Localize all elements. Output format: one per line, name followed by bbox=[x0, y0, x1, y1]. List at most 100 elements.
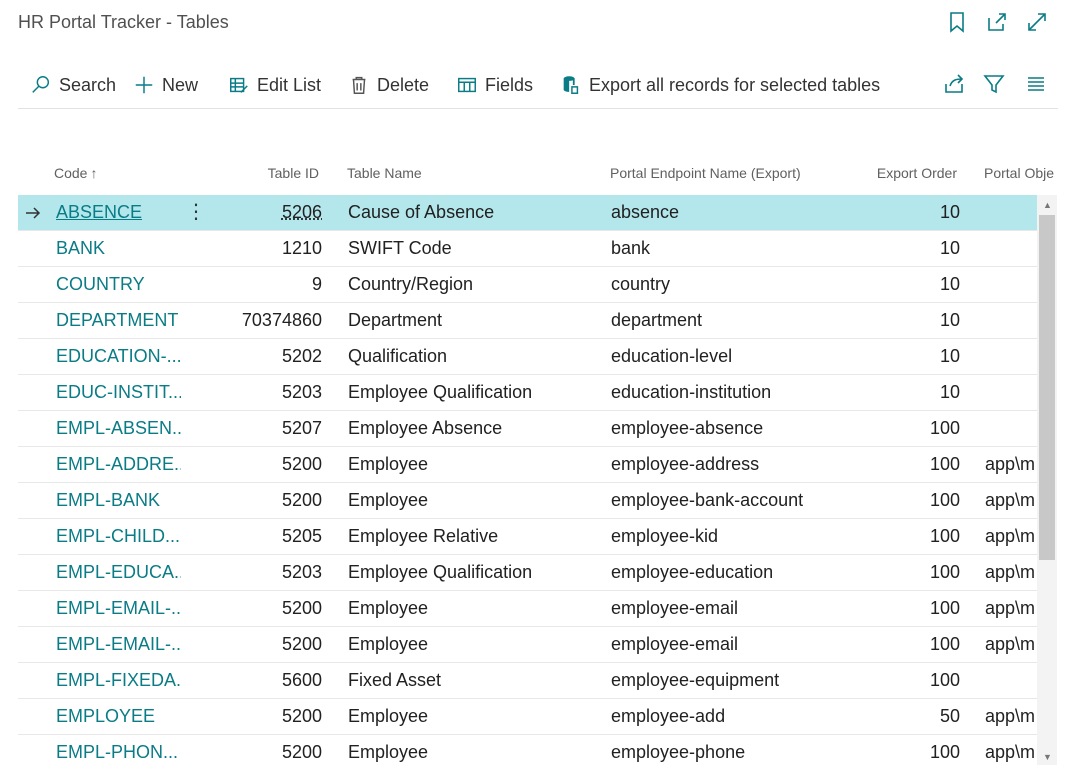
column-header-table-id[interactable]: Table ID bbox=[218, 165, 319, 181]
code-cell[interactable]: EDUC-INSTIT... bbox=[56, 382, 181, 403]
export-all-records-button[interactable]: Export all records for selected tables bbox=[560, 62, 880, 108]
column-header-table-name[interactable]: Table Name bbox=[347, 165, 422, 181]
vertical-scrollbar[interactable]: ▲ ▼ bbox=[1037, 195, 1057, 765]
table-id-cell: 5206 bbox=[281, 202, 322, 222]
endpoint-cell: country bbox=[611, 274, 671, 294]
scrollbar-thumb[interactable] bbox=[1039, 215, 1055, 560]
open-in-new-window-icon[interactable] bbox=[985, 10, 1009, 34]
column-header-portal-object[interactable]: Portal Obje bbox=[984, 165, 1054, 181]
column-header-endpoint[interactable]: Portal Endpoint Name (Export) bbox=[610, 165, 801, 181]
table-id-cell: 70374860 bbox=[241, 310, 322, 330]
search-label: Search bbox=[59, 74, 117, 95]
filter-icon[interactable] bbox=[982, 72, 1006, 96]
share-icon[interactable] bbox=[942, 72, 966, 96]
portal-object-cell: app\m bbox=[985, 526, 1036, 546]
table-row[interactable]: DEPARTMENT 70374860 Department department 10 bbox=[18, 303, 1037, 339]
table-id-cell: 5200 bbox=[281, 706, 322, 726]
endpoint-cell: employee-email bbox=[611, 598, 739, 618]
code-cell[interactable]: EMPL-ABSEN... bbox=[56, 418, 181, 439]
expand-icon[interactable] bbox=[1025, 10, 1049, 34]
scroll-down-icon[interactable]: ▼ bbox=[1043, 753, 1052, 762]
table-name-cell: Country/Region bbox=[348, 274, 474, 294]
portal-object-cell: app\m bbox=[985, 454, 1036, 474]
row-actions-icon[interactable]: ⋮ bbox=[186, 201, 206, 223]
table-row[interactable]: BANK 1210 SWIFT Code bank 10 bbox=[18, 231, 1037, 267]
table-name-cell: Employee Relative bbox=[348, 526, 499, 546]
delete-label: Delete bbox=[377, 74, 430, 95]
table-name-cell: Employee bbox=[348, 598, 429, 618]
grid-header: Code ↑ Table ID Table Name Portal Endpoin… bbox=[18, 150, 1058, 194]
code-cell[interactable]: EMPL-CHILD... bbox=[56, 526, 181, 547]
code-cell[interactable]: EMPL-BANK bbox=[56, 490, 181, 511]
action-toolbar: Search New Edit List Delete Fields Expor… bbox=[18, 62, 1058, 109]
table-id-cell: 5200 bbox=[281, 454, 322, 474]
table-row[interactable]: EMPL-BANK 5200 Employee employee-bank-accou… bbox=[18, 483, 1037, 519]
portal-object-cell: app\m bbox=[985, 562, 1036, 582]
edit-list-button[interactable]: Edit List bbox=[228, 62, 321, 108]
delete-button[interactable]: Delete bbox=[348, 62, 429, 108]
page-title: HR Portal Tracker - Tables bbox=[18, 12, 229, 32]
endpoint-cell: employee-address bbox=[611, 454, 760, 474]
table-row[interactable]: EMPL-FIXEDA... 5600 Fixed Asset employee-eq… bbox=[18, 663, 1037, 699]
search-icon bbox=[32, 76, 50, 93]
search-button[interactable]: Search bbox=[30, 62, 116, 108]
table-row[interactable]: EDUCATION-... 5202 Qualification education-… bbox=[18, 339, 1037, 375]
column-header-export-order[interactable]: Export Order bbox=[838, 165, 957, 181]
table-name-cell: Department bbox=[348, 310, 443, 330]
export-order-cell: 100 bbox=[929, 526, 960, 546]
table-row[interactable]: EMPL-EMAIL-... 5200 Employee employee-email… bbox=[18, 591, 1037, 627]
table-name-cell: Qualification bbox=[348, 346, 448, 366]
list-view-icon[interactable] bbox=[1024, 72, 1048, 96]
table-row[interactable]: EMPLOYEE 5200 Employee employee-add 50 app\m bbox=[18, 699, 1037, 735]
current-row-arrow-icon bbox=[24, 204, 42, 222]
sort-ascending-icon: ↑ bbox=[90, 165, 98, 181]
table-name-cell: Cause of Absence bbox=[348, 202, 495, 222]
export-order-cell: 100 bbox=[929, 562, 960, 582]
bookmark-icon[interactable] bbox=[945, 10, 969, 34]
table-id-cell: 5202 bbox=[281, 346, 322, 366]
endpoint-cell: education-level bbox=[611, 346, 733, 366]
code-cell[interactable]: EMPL-EDUCA... bbox=[56, 562, 181, 583]
code-cell[interactable]: ABSENCE bbox=[56, 202, 181, 223]
table-row[interactable]: EMPL-PHON... 5200 Employee employee-phone 10… bbox=[18, 735, 1037, 765]
column-header-code[interactable]: Code ↑ bbox=[54, 165, 97, 181]
table-row[interactable]: EMPL-ABSEN... 5207 Employee Absence employe… bbox=[18, 411, 1037, 447]
code-cell[interactable]: EDUCATION-... bbox=[56, 346, 181, 367]
table-name-cell: Employee bbox=[348, 490, 429, 510]
endpoint-cell: absence bbox=[611, 202, 680, 222]
table-row[interactable]: EMPL-CHILD... 5205 Employee Relative employ… bbox=[18, 519, 1037, 555]
export-order-cell: 100 bbox=[929, 418, 960, 438]
columns-icon bbox=[458, 77, 476, 93]
table-row-selected[interactable]: ⋮ ABSENCE 5206 Cause of Absence absence 10 bbox=[18, 195, 1037, 231]
table-row[interactable]: COUNTRY 9 Country/Region country 10 bbox=[18, 267, 1037, 303]
table-name-cell: Employee bbox=[348, 742, 429, 762]
table-row[interactable]: EMPL-ADDRE... 5200 Employee employee-addres… bbox=[18, 447, 1037, 483]
table-name-cell: SWIFT Code bbox=[348, 238, 452, 258]
code-cell[interactable]: DEPARTMENT bbox=[56, 310, 181, 331]
fields-button[interactable]: Fields bbox=[456, 62, 533, 108]
endpoint-cell: employee-bank-account bbox=[611, 490, 804, 510]
title-bar: HR Portal Tracker - Tables bbox=[0, 0, 1066, 58]
edit-list-icon bbox=[230, 77, 248, 93]
code-cell[interactable]: EMPL-EMAIL-... bbox=[56, 634, 181, 655]
table-id-cell: 5207 bbox=[281, 418, 322, 438]
scroll-up-icon[interactable]: ▲ bbox=[1043, 201, 1052, 210]
code-cell[interactable]: EMPL-EMAIL-... bbox=[56, 598, 181, 619]
table-row[interactable]: EMPL-EDUCA... 5203 Employee Qualification e… bbox=[18, 555, 1037, 591]
code-cell[interactable]: EMPL-ADDRE... bbox=[56, 454, 181, 475]
code-cell[interactable]: EMPLOYEE bbox=[56, 706, 181, 727]
table-row[interactable]: EMPL-EMAIL-... 5200 Employee employee-email… bbox=[18, 627, 1037, 663]
new-button[interactable]: New bbox=[133, 62, 198, 108]
code-cell[interactable]: BANK bbox=[56, 238, 181, 259]
table-row[interactable]: EDUC-INSTIT... 5203 Employee Qualification… bbox=[18, 375, 1037, 411]
export-order-cell: 10 bbox=[939, 202, 960, 222]
table-name-cell: Employee Qualification bbox=[348, 562, 533, 582]
code-cell[interactable]: COUNTRY bbox=[56, 274, 181, 295]
code-cell[interactable]: EMPL-PHON... bbox=[56, 742, 181, 763]
portal-object-cell: app\m bbox=[985, 742, 1036, 762]
table-id-cell: 5200 bbox=[281, 742, 322, 762]
endpoint-cell: employee-kid bbox=[611, 526, 719, 546]
export-order-cell: 10 bbox=[939, 238, 960, 258]
export-order-cell: 10 bbox=[939, 274, 960, 294]
code-cell[interactable]: EMPL-FIXEDA... bbox=[56, 670, 181, 691]
